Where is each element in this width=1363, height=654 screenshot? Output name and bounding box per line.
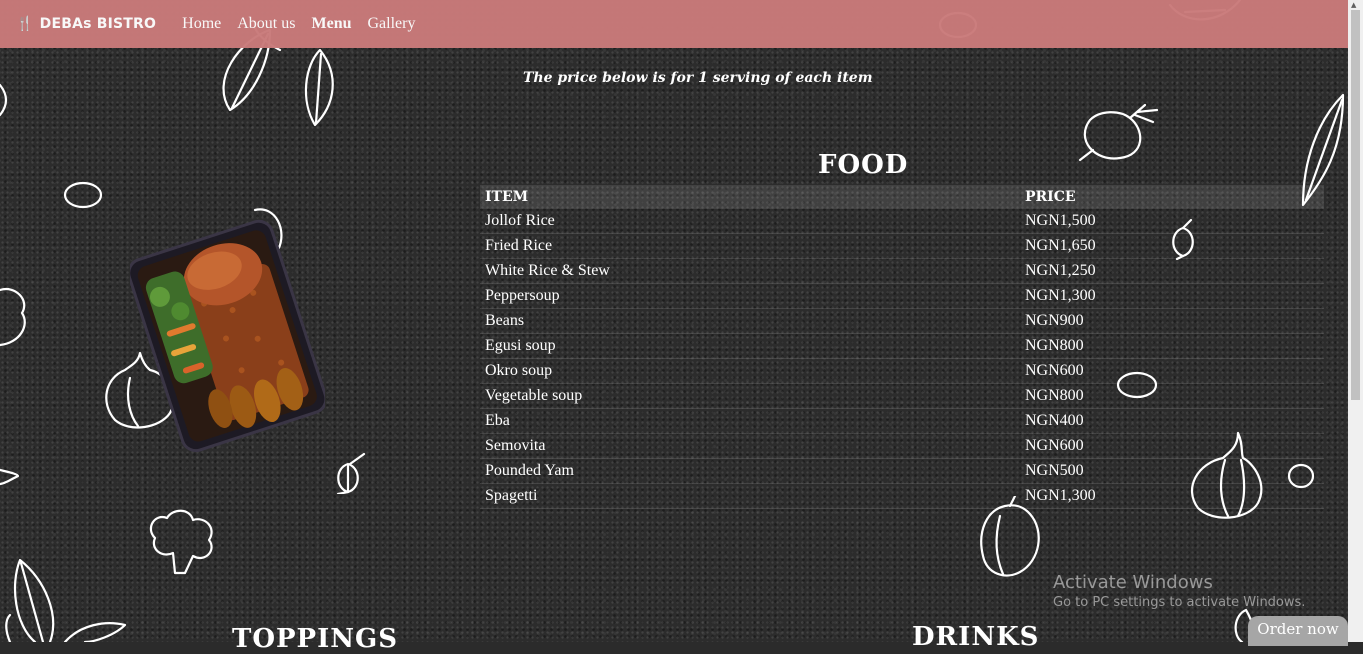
- item-name-cell: Semovita: [480, 433, 1020, 459]
- item-name-cell: Egusi soup: [480, 333, 1020, 359]
- item-name-cell: White Rice & Stew: [480, 258, 1020, 284]
- item-name-cell: Beans: [480, 308, 1020, 334]
- table-row: Semovita NGN600: [480, 433, 1324, 459]
- column-header-price: PRICE: [1020, 185, 1324, 209]
- nav-link-home[interactable]: Home: [182, 15, 221, 33]
- table-row: Jollof Rice NGN1,500: [480, 209, 1324, 234]
- nav-link-about[interactable]: About us: [237, 15, 295, 33]
- item-name-cell: Spagetti: [480, 483, 1020, 509]
- nav-links: Home About us Menu Gallery: [182, 15, 431, 33]
- item-price-cell: NGN600: [1020, 433, 1324, 459]
- food-menu-table: ITEM PRICE Jollof Rice NGN1,500 Fried Rice…: [480, 185, 1324, 509]
- table-row: Fried Rice NGN1,650: [480, 233, 1324, 259]
- item-name-cell: Jollof Rice: [480, 209, 1020, 234]
- scrollbar-thumb[interactable]: [1351, 10, 1360, 400]
- item-price-cell: NGN1,650: [1020, 233, 1324, 259]
- fork-knife-icon: 🍴: [16, 16, 34, 32]
- item-name-cell: Vegetable soup: [480, 383, 1020, 409]
- item-price-cell: NGN600: [1020, 358, 1324, 384]
- toppings-section-title: TOPPINGS: [232, 624, 399, 654]
- item-price-cell: NGN1,300: [1020, 483, 1324, 509]
- table-row: Pounded Yam NGN500: [480, 458, 1324, 484]
- item-name-cell: Fried Rice: [480, 233, 1020, 259]
- drinks-section-title: DRINKS: [912, 622, 1040, 652]
- item-name-cell: Peppersoup: [480, 283, 1020, 309]
- column-header-item: ITEM: [480, 185, 1020, 209]
- top-navbar: 🍴 DEBAs BISTRO Home About us Menu Galler…: [0, 0, 1348, 48]
- item-price-cell: NGN500: [1020, 458, 1324, 484]
- item-price-cell: NGN1,250: [1020, 258, 1324, 284]
- watermark-title: Activate Windows: [1053, 572, 1213, 593]
- food-section-title: FOOD: [818, 150, 909, 180]
- table-row: Beans NGN900: [480, 308, 1324, 334]
- table-row: Egusi soup NGN800: [480, 333, 1324, 359]
- activate-windows-watermark: Activate Windows Go to PC settings to ac…: [1053, 572, 1305, 610]
- nav-link-gallery[interactable]: Gallery: [367, 15, 415, 33]
- table-header-row: ITEM PRICE: [480, 185, 1324, 209]
- item-price-cell: NGN800: [1020, 383, 1324, 409]
- price-note: The price below is for 1 serving of each…: [523, 70, 873, 86]
- item-name-cell: Eba: [480, 408, 1020, 434]
- table-row: Okro soup NGN600: [480, 358, 1324, 384]
- item-price-cell: NGN1,300: [1020, 283, 1324, 309]
- scroll-up-arrow-icon[interactable]: ▲: [1351, 1, 1356, 9]
- brand-name: DEBAs BISTRO: [39, 16, 157, 32]
- item-price-cell: NGN400: [1020, 408, 1324, 434]
- table-row: Vegetable soup NGN800: [480, 383, 1324, 409]
- table-row: Eba NGN400: [480, 408, 1324, 434]
- item-price-cell: NGN800: [1020, 333, 1324, 359]
- brand-logo[interactable]: 🍴 DEBAs BISTRO: [16, 16, 156, 32]
- table-row: White Rice & Stew NGN1,250: [480, 258, 1324, 284]
- item-price-cell: NGN1,500: [1020, 209, 1324, 234]
- item-price-cell: NGN900: [1020, 308, 1324, 334]
- nav-link-menu[interactable]: Menu: [311, 15, 351, 33]
- table-row: Peppersoup NGN1,300: [480, 283, 1324, 309]
- item-name-cell: Okro soup: [480, 358, 1020, 384]
- vertical-scrollbar[interactable]: ▲: [1348, 0, 1363, 642]
- table-row: Spagetti NGN1,300: [480, 483, 1324, 509]
- item-name-cell: Pounded Yam: [480, 458, 1020, 484]
- watermark-subtitle: Go to PC settings to activate Windows.: [1053, 595, 1306, 610]
- jollof-rice-plate-image: [130, 219, 325, 453]
